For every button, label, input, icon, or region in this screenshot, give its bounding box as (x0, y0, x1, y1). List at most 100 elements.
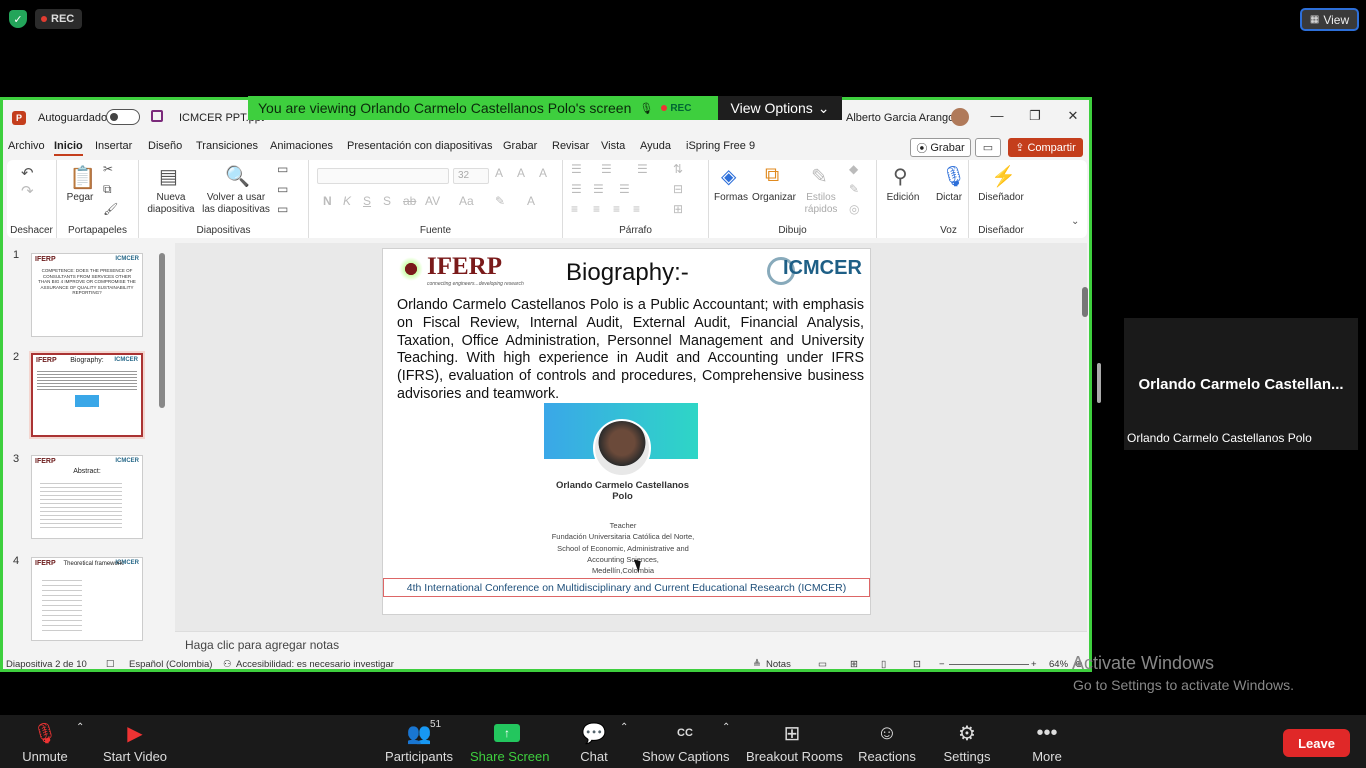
scroll-thumb[interactable] (159, 253, 165, 408)
tab-transiciones[interactable]: Transiciones (196, 140, 258, 152)
disenador-label[interactable]: Diseñador (969, 192, 1033, 204)
tab-diseno[interactable]: Diseño (148, 140, 182, 152)
zoom-out-icon[interactable]: − (939, 659, 945, 669)
notes-area[interactable]: Haga clic para agregar notas (175, 631, 1087, 656)
captions-button[interactable]: CC Show Captions (642, 720, 729, 764)
layout-icon[interactable]: ▭ (277, 162, 288, 176)
zoom-slider[interactable] (949, 664, 1029, 665)
outline-icon[interactable]: ✎ (849, 182, 859, 196)
pegar-label[interactable]: Pegar (65, 192, 95, 204)
nueva-label[interactable]: Nueva (143, 192, 199, 204)
search-icon[interactable]: ⚲ (893, 164, 908, 189)
cut-icon[interactable]: ✂ (103, 162, 113, 176)
start-video-button[interactable]: ▶ Start Video (100, 720, 170, 765)
new-slide-icon[interactable]: ▤ (159, 164, 178, 189)
underline-icon[interactable]: S (363, 194, 371, 208)
font-size-box[interactable]: 32 (453, 168, 489, 184)
columns-icon[interactable]: ☰ (619, 182, 630, 196)
accessibility-icon[interactable]: ⚇ (223, 659, 232, 669)
decrease-indent-icon[interactable]: ☰ (571, 182, 582, 196)
dictar-label[interactable]: Dictar (929, 192, 969, 204)
sorter-view-icon[interactable]: ⊞ (850, 659, 858, 669)
section-icon[interactable]: ▭ (277, 202, 288, 216)
notes-label[interactable]: Notas (766, 659, 791, 669)
thumbnails-scrollbar[interactable] (158, 241, 166, 656)
close-icon[interactable]: ✕ (1063, 108, 1083, 124)
diapositiva-label[interactable]: diapositiva (143, 204, 199, 216)
captions-options-chevron-icon[interactable]: ⌃ (722, 722, 730, 733)
paste-icon[interactable]: 📋 (69, 165, 96, 191)
accessibility-label[interactable]: Accesibilidad: es necesario investigar (236, 659, 394, 669)
microphone-icon[interactable]: 🎙 (941, 164, 966, 189)
tab-grabar[interactable]: Grabar (503, 140, 537, 152)
settings-button[interactable]: ⚙ Settings (942, 720, 992, 765)
text-direction-icon[interactable]: ⇅ (673, 162, 683, 176)
align-left-icon[interactable]: ≡ (571, 202, 578, 216)
canvas-scrollbar[interactable] (1080, 243, 1089, 631)
formas-label[interactable]: Formas (711, 192, 751, 204)
reuse-slides-icon[interactable]: 🔍 (225, 164, 250, 189)
shadow-icon[interactable]: S (383, 194, 391, 208)
scroll-thumb[interactable] (1082, 287, 1088, 317)
tab-archivo[interactable]: Archivo (8, 140, 45, 152)
volver-label[interactable]: Volver a usar (201, 192, 271, 204)
current-slide[interactable]: IFERP connecting engineers...developing … (382, 248, 871, 615)
security-shield-icon[interactable]: ✓ (9, 10, 27, 28)
shapes-icon[interactable]: ◈ (721, 164, 736, 189)
tab-ayuda[interactable]: Ayuda (640, 140, 671, 152)
more-button[interactable]: ••• More (1024, 720, 1070, 765)
tab-presentacion[interactable]: Presentación con diapositivas (347, 140, 493, 152)
comments-button[interactable]: ▭ (975, 138, 1001, 157)
view-options-button[interactable]: View Options ⌄ (718, 96, 842, 120)
bullets-icon[interactable]: ☰ (571, 162, 582, 176)
compartir-button[interactable]: ⇪ Compartir (1008, 138, 1083, 157)
breakout-rooms-button[interactable]: ⊞ Breakout Rooms (746, 720, 843, 765)
view-button[interactable]: ▦ View (1300, 8, 1359, 31)
copy-icon[interactable]: ⧉ (103, 182, 112, 197)
language-label[interactable]: Español (Colombia) (129, 659, 212, 669)
slide-thumbnail-1[interactable]: IFERP ICMCER COMPETENCE: DOES THE PRESEN… (31, 253, 143, 337)
slide-thumbnail-4[interactable]: IFERP ICMCER Theoretical framework: (31, 557, 143, 641)
notes-icon[interactable]: ≜ (753, 659, 761, 669)
tab-revisar[interactable]: Revisar (552, 140, 589, 152)
zoom-level[interactable]: 64% (1049, 659, 1068, 669)
leave-button[interactable]: Leave (1283, 729, 1350, 757)
collapse-ribbon-icon[interactable]: ⌄ (1071, 216, 1079, 227)
highlight-icon[interactable]: ✎ (495, 194, 505, 208)
spacing-icon[interactable]: AV (425, 194, 440, 208)
audio-options-chevron-icon[interactable]: ⌃ (76, 722, 84, 733)
estilos-label[interactable]: Estilos (801, 192, 841, 204)
unmute-button[interactable]: 🎙 Unmute (20, 720, 70, 765)
italic-icon[interactable]: K (343, 194, 351, 208)
line-spacing-icon[interactable]: ☰ (637, 162, 648, 176)
las-diapositivas-label[interactable]: las diapositivas (201, 204, 271, 216)
user-name[interactable]: Alberto Garcia Arango (846, 112, 954, 124)
undo-icon[interactable]: ↶ (21, 164, 34, 182)
slide-thumbnail-2[interactable]: IFERP ICMCER Biography: (31, 353, 143, 437)
organizar-label[interactable]: Organizar (751, 192, 797, 204)
tab-inicio[interactable]: Inicio (54, 140, 83, 156)
user-avatar[interactable] (951, 108, 969, 126)
tab-ispring[interactable]: iSpring Free 9 (686, 140, 755, 152)
tab-vista[interactable]: Vista (601, 140, 625, 152)
reset-icon[interactable]: ▭ (277, 182, 288, 196)
spellcheck-icon[interactable]: ☐ (106, 659, 115, 669)
recording-indicator[interactable]: REC (35, 9, 82, 29)
align-right-icon[interactable]: ≡ (613, 202, 620, 216)
grow-font-icon[interactable]: A (495, 166, 503, 180)
save-icon[interactable] (151, 110, 163, 122)
arrange-icon[interactable]: ⧉ (765, 164, 779, 187)
tab-insertar[interactable]: Insertar (95, 140, 132, 152)
align-center-icon[interactable]: ≡ (593, 202, 600, 216)
numbering-icon[interactable]: ☰ (601, 162, 612, 176)
effects-icon[interactable]: ◎ (849, 202, 859, 216)
font-color-icon[interactable]: A (527, 194, 535, 208)
zoom-in-icon[interactable]: + (1031, 659, 1037, 669)
normal-view-icon[interactable]: ▭ (818, 659, 827, 669)
reactions-button[interactable]: ☺ Reactions (858, 720, 916, 765)
clear-format-icon[interactable]: A (539, 166, 547, 180)
reading-view-icon[interactable]: ▯ (881, 659, 886, 669)
align-text-icon[interactable]: ⊟ (673, 182, 683, 196)
grabar-button[interactable]: ⦿ Grabar (910, 138, 971, 157)
autosave-toggle[interactable] (106, 109, 140, 125)
